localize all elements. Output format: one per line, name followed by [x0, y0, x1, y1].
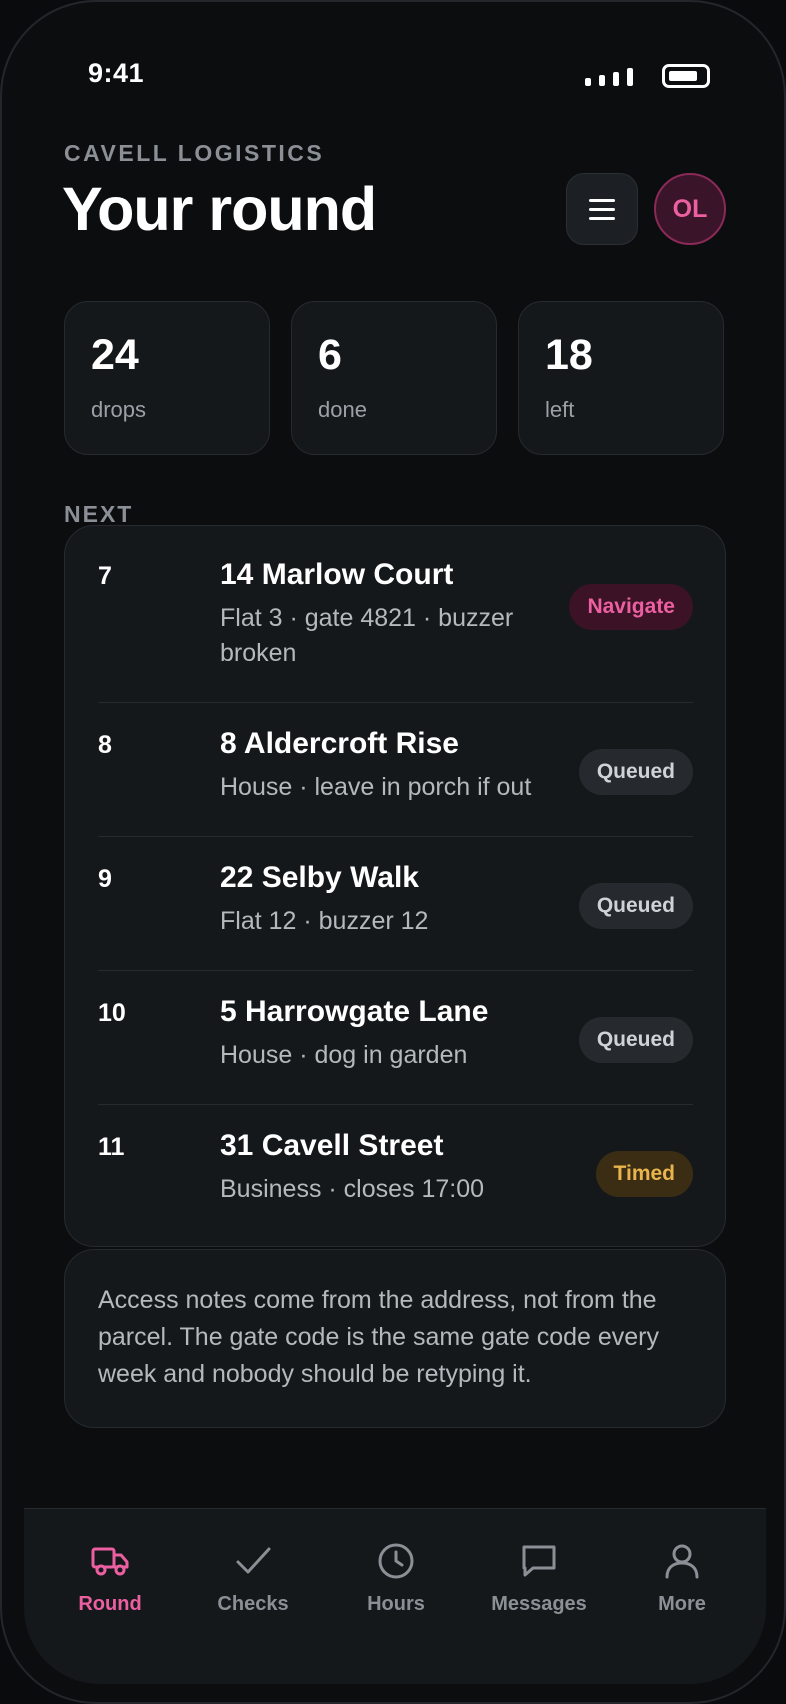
section-label-next: NEXT [64, 501, 134, 527]
stop-list: 7 14 Marlow Court Flat 3 · gate 4821 · b… [64, 525, 726, 1247]
list-item[interactable]: 7 14 Marlow Court Flat 3 · gate 4821 · b… [98, 558, 693, 698]
divider [98, 1104, 693, 1105]
message-icon [522, 1545, 556, 1577]
page-title: Your round [62, 175, 377, 243]
list-item[interactable]: 11 31 Cavell Street Business · closes 17… [98, 1129, 693, 1229]
stop-number: 7 [98, 562, 112, 590]
menu-button[interactable] [566, 173, 638, 245]
phone-screen: 9:41 CAVELL LOGISTICS Your round OL 24 d… [0, 0, 786, 1704]
stats-row: 24 drops 6 done 18 left [64, 301, 726, 455]
brand-label: CAVELL LOGISTICS [64, 140, 325, 166]
stat-value: 6 [318, 331, 342, 379]
stat-card-done: 6 done [291, 301, 497, 455]
stop-address: 5 Harrowgate Lane [220, 995, 489, 1028]
list-item[interactable]: 9 22 Selby Walk Flat 12 · buzzer 12 Queu… [98, 861, 693, 961]
stat-label: left [545, 397, 575, 422]
stop-note-continued: broken [220, 639, 297, 667]
stat-label: drops [91, 397, 147, 422]
status-badge: Queued [578, 749, 693, 795]
stop-number: 11 [98, 1133, 125, 1161]
stat-value: 18 [545, 331, 593, 379]
battery-icon [662, 64, 710, 88]
stop-number: 9 [98, 865, 112, 893]
truck-icon [91, 1547, 129, 1576]
tab-label: Round [78, 1593, 142, 1615]
stop-note: Flat 3 · gate 4821 · buzzer [220, 604, 514, 632]
clock-icon [378, 1543, 414, 1579]
tab-checks[interactable]: Checks [193, 1543, 313, 1616]
stop-note: Business · closes 17:00 [220, 1175, 485, 1203]
status-badge: Queued [578, 1017, 693, 1063]
divider [98, 970, 693, 971]
stop-address: 14 Marlow Court [220, 558, 454, 591]
tab-label: More [658, 1593, 706, 1615]
tab-messages[interactable]: Messages [479, 1543, 599, 1616]
status-badge: Timed [595, 1151, 693, 1197]
divider [98, 836, 693, 837]
stop-note: House · leave in porch if out [220, 773, 532, 801]
avatar[interactable]: OL [654, 173, 726, 245]
list-item[interactable]: 10 5 Harrowgate Lane House · dog in gard… [98, 995, 693, 1095]
stop-number: 8 [98, 731, 112, 759]
tab-round[interactable]: Round [50, 1543, 170, 1616]
menu-icon [589, 198, 615, 202]
stop-note: Flat 12 · buzzer 12 [220, 907, 429, 935]
stop-address: 22 Selby Walk [220, 861, 419, 894]
list-item[interactable]: 8 8 Aldercroft Rise House · leave in por… [98, 727, 693, 827]
tab-label: Messages [491, 1593, 587, 1615]
tab-more[interactable]: More [622, 1543, 742, 1616]
divider [98, 702, 693, 703]
check-icon [236, 1547, 271, 1574]
stop-number: 10 [98, 999, 126, 1027]
tab-hours[interactable]: Hours [336, 1543, 456, 1616]
tab-label: Checks [217, 1593, 289, 1615]
stop-address: 8 Aldercroft Rise [220, 727, 459, 760]
stat-label: done [318, 397, 367, 422]
navigate-button[interactable]: Navigate [569, 584, 693, 630]
stat-card-drops: 24 drops [64, 301, 270, 455]
stop-address: 31 Cavell Street [220, 1129, 444, 1162]
status-bar: 9:41 [2, 54, 784, 98]
tab-label: Hours [367, 1593, 425, 1615]
stat-value: 24 [91, 331, 139, 379]
user-icon [665, 1544, 699, 1579]
stop-note: House · dog in garden [220, 1041, 468, 1069]
stat-card-left: 18 left [518, 301, 724, 455]
status-badge: Queued [578, 883, 693, 929]
access-note-card: Access notes come from the address, not … [64, 1249, 726, 1428]
status-time: 9:41 [88, 58, 145, 88]
tab-bar: Round Checks Hours Messages More [24, 1508, 766, 1684]
signal-icon [585, 68, 633, 86]
